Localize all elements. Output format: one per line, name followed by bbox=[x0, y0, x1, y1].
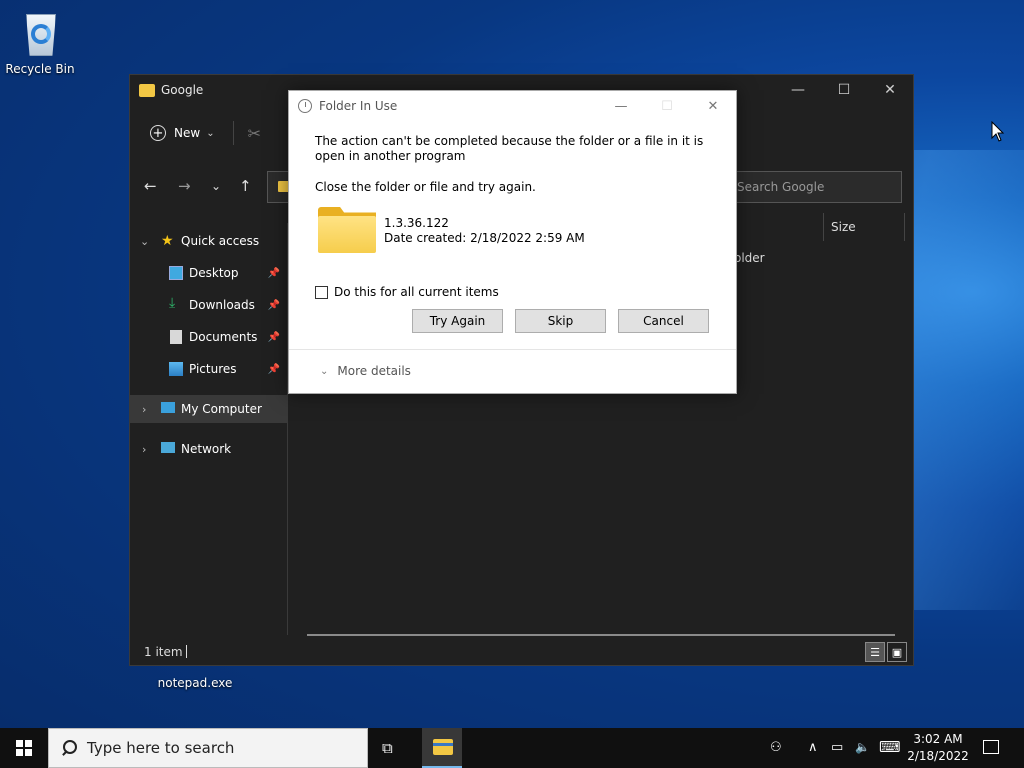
dialog-message: The action can't be completed because th… bbox=[315, 134, 704, 163]
notification-center-icon[interactable] bbox=[983, 740, 999, 754]
nav-item-documents[interactable]: Documents 📌 bbox=[130, 323, 288, 351]
horizontal-scrollbar[interactable] bbox=[307, 634, 895, 636]
details-view-button[interactable]: ☰ bbox=[865, 642, 885, 662]
chevron-down-icon: ⌄ bbox=[320, 365, 329, 377]
explorer-title: Google bbox=[161, 83, 204, 97]
mouse-cursor-icon bbox=[991, 121, 1005, 142]
nav-item-label: Documents bbox=[189, 330, 258, 344]
pin-icon: 📌 bbox=[267, 363, 280, 375]
dialog-divider bbox=[289, 349, 736, 350]
pin-icon: 📌 bbox=[267, 299, 280, 311]
nav-my-computer[interactable]: › My Computer bbox=[130, 395, 288, 423]
file-date-created: Date created: 2/18/2022 2:59 AM bbox=[384, 231, 585, 245]
explorer-minimize-button[interactable]: — bbox=[775, 75, 821, 105]
star-icon: ★ bbox=[161, 233, 174, 249]
nav-item-desktop[interactable]: Desktop 📌 bbox=[130, 259, 288, 287]
chevron-right-icon[interactable]: › bbox=[142, 403, 146, 416]
nav-item-label: Downloads bbox=[189, 298, 255, 312]
skip-button[interactable]: Skip bbox=[515, 309, 606, 333]
up-button[interactable]: ↑ bbox=[239, 177, 252, 195]
desktop-icon-notepad[interactable]: notepad.exe bbox=[155, 666, 235, 690]
more-details-label: More details bbox=[337, 364, 411, 378]
chevron-down-icon: ⌄ bbox=[206, 127, 215, 139]
keyboard-icon[interactable]: ⌨ bbox=[879, 738, 901, 756]
taskbar-clock[interactable]: 3:02 AM 2/18/2022 bbox=[902, 731, 974, 765]
computer-icon bbox=[161, 402, 175, 413]
network-icon[interactable]: ▭ bbox=[831, 740, 843, 755]
new-button[interactable]: + New ⌄ bbox=[150, 125, 215, 141]
document-icon bbox=[170, 330, 182, 344]
search-input[interactable]: Search Google bbox=[726, 171, 902, 203]
status-bar: 1 item ☰ ▣ bbox=[130, 639, 913, 665]
people-icon[interactable]: ⚇ bbox=[770, 740, 782, 755]
file-name: 1.3.36.122 bbox=[384, 216, 449, 230]
explorer-close-button[interactable]: ✕ bbox=[867, 75, 913, 105]
explorer-maximize-button[interactable]: ☐ bbox=[821, 75, 867, 105]
nav-item-downloads[interactable]: ⤓ Downloads 📌 bbox=[130, 291, 288, 319]
nav-item-pictures[interactable]: Pictures 📌 bbox=[130, 355, 288, 383]
recycle-bin-icon bbox=[18, 8, 62, 58]
checkbox-label: Do this for all current items bbox=[334, 285, 499, 299]
pin-icon: 📌 bbox=[267, 331, 280, 343]
taskbar-file-explorer-button[interactable] bbox=[422, 728, 462, 768]
file-explorer-icon bbox=[433, 739, 453, 755]
notepad-label: notepad.exe bbox=[157, 676, 233, 690]
network-icon bbox=[161, 442, 175, 453]
download-icon: ⤓ bbox=[169, 295, 176, 311]
file-item-type[interactable]: older bbox=[734, 251, 765, 265]
back-button[interactable]: ← bbox=[144, 177, 157, 195]
taskbar-search-box[interactable]: Type here to search bbox=[48, 728, 368, 768]
desktop-icon bbox=[169, 266, 183, 280]
checkbox-box[interactable] bbox=[315, 285, 328, 299]
more-details-toggle[interactable]: ⌄ More details bbox=[320, 364, 411, 378]
dialog-close-button[interactable]: ✕ bbox=[690, 91, 736, 121]
try-again-button[interactable]: Try Again bbox=[412, 309, 503, 333]
recycle-bin-label: Recycle Bin bbox=[5, 62, 75, 76]
task-view-icon[interactable]: ⧉ bbox=[382, 739, 400, 757]
chevron-down-icon[interactable]: ⌄ bbox=[140, 235, 149, 248]
dialog-minimize-button[interactable]: — bbox=[598, 91, 644, 121]
file-info: 1.3.36.122 Date created: 2/18/2022 2:59 … bbox=[384, 216, 585, 246]
dialog-maximize-button: ☐ bbox=[661, 98, 673, 114]
cut-icon[interactable]: ✂ bbox=[248, 124, 261, 143]
taskbar-search-placeholder: Type here to search bbox=[87, 739, 235, 757]
desktop-icon-recycle-bin[interactable]: Recycle Bin bbox=[0, 8, 80, 76]
recent-locations-button[interactable]: ⌄ bbox=[211, 179, 221, 193]
folder-in-use-dialog: Folder In Use — ☐ ✕ The action can't be … bbox=[288, 90, 737, 394]
nav-network-label: Network bbox=[181, 442, 232, 456]
pictures-icon bbox=[169, 362, 183, 376]
dialog-instruction: Close the folder or file and try again. bbox=[315, 180, 536, 194]
apply-all-checkbox[interactable]: Do this for all current items bbox=[315, 285, 499, 299]
navigation-pane: ⌄ ★ Quick access Desktop 📌 ⤓ Downloads 📌… bbox=[130, 223, 288, 635]
plus-icon: + bbox=[150, 125, 166, 141]
cancel-button[interactable]: Cancel bbox=[618, 309, 709, 333]
chevron-right-icon[interactable]: › bbox=[142, 443, 146, 456]
nav-quick-access[interactable]: ⌄ ★ Quick access bbox=[130, 227, 288, 255]
column-header-size[interactable]: Size bbox=[823, 213, 905, 241]
large-icons-view-button[interactable]: ▣ bbox=[887, 642, 907, 662]
dialog-title: Folder In Use bbox=[319, 99, 398, 113]
chevron-up-icon[interactable]: ∧ bbox=[808, 740, 818, 755]
taskbar: Type here to search ⧉ ⚇ ∧ ▭ 🔈 ⌨ 3:02 AM … bbox=[0, 728, 1024, 768]
clock-icon bbox=[298, 99, 312, 113]
start-button[interactable] bbox=[16, 740, 32, 756]
search-icon bbox=[61, 740, 77, 756]
new-label: New bbox=[174, 126, 201, 140]
windows-logo-icon bbox=[16, 740, 23, 747]
nav-quick-access-label: Quick access bbox=[181, 234, 260, 248]
folder-icon bbox=[318, 207, 376, 253]
status-divider bbox=[186, 645, 187, 658]
nav-network[interactable]: › Network bbox=[130, 435, 288, 463]
forward-button[interactable]: → bbox=[178, 177, 191, 195]
toolbar-divider bbox=[232, 121, 234, 145]
nav-item-label: Pictures bbox=[189, 362, 237, 376]
item-count: 1 item bbox=[144, 645, 183, 659]
pin-icon: 📌 bbox=[267, 267, 280, 279]
folder-icon bbox=[139, 83, 155, 97]
nav-my-computer-label: My Computer bbox=[181, 402, 262, 416]
clock-time: 3:02 AM bbox=[913, 732, 963, 746]
nav-item-label: Desktop bbox=[189, 266, 239, 280]
clock-date: 2/18/2022 bbox=[907, 749, 969, 763]
volume-muted-icon[interactable]: 🔈 bbox=[855, 740, 870, 754]
